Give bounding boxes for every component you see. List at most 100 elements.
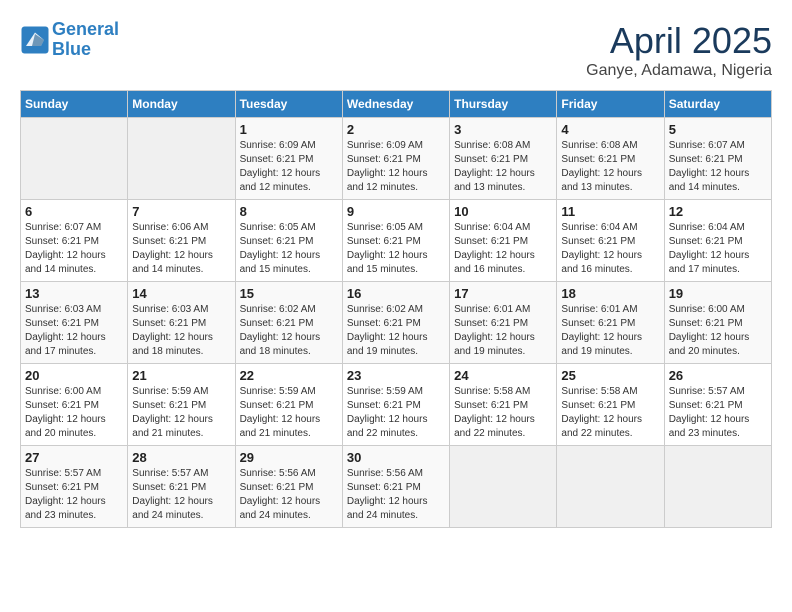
day-number: 22 — [240, 368, 338, 383]
calendar-cell: 3 Sunrise: 6:08 AM Sunset: 6:21 PM Daylig… — [450, 118, 557, 200]
day-info: Sunrise: 6:04 AM Sunset: 6:21 PM Dayligh… — [561, 221, 659, 277]
day-number: 9 — [347, 204, 445, 219]
calendar-cell — [128, 118, 235, 200]
month-title: April 2025 — [586, 20, 772, 62]
day-number: 25 — [561, 368, 659, 383]
location-subtitle: Ganye, Adamawa, Nigeria — [586, 62, 772, 80]
logo-general: General — [52, 19, 119, 39]
day-info: Sunrise: 6:09 AM Sunset: 6:21 PM Dayligh… — [347, 139, 445, 195]
day-number: 18 — [561, 286, 659, 301]
logo-blue: Blue — [52, 39, 91, 59]
day-number: 10 — [454, 204, 552, 219]
calendar-cell: 20 Sunrise: 6:00 AM Sunset: 6:21 PM Dayli… — [21, 364, 128, 446]
day-info: Sunrise: 5:57 AM Sunset: 6:21 PM Dayligh… — [25, 467, 123, 523]
day-number: 19 — [669, 286, 767, 301]
day-number: 27 — [25, 450, 123, 465]
calendar-cell: 14Sunrise: 6:03 AM Sunset: 6:21 PM Dayli… — [128, 282, 235, 364]
day-info: Sunrise: 6:03 AM Sunset: 6:21 PM Dayligh… — [25, 303, 123, 359]
day-info: Sunrise: 5:56 AM Sunset: 6:21 PM Dayligh… — [347, 467, 445, 523]
column-header-tuesday: Tuesday — [235, 91, 342, 118]
calendar-cell: 15 Sunrise: 6:02 AM Sunset: 6:21 PM Dayli… — [235, 282, 342, 364]
calendar-cell: 13 Sunrise: 6:03 AM Sunset: 6:21 PM Dayli… — [21, 282, 128, 364]
column-header-monday: Monday — [128, 91, 235, 118]
calendar-cell: 30 Sunrise: 5:56 AM Sunset: 6:21 PM Dayli… — [342, 446, 449, 528]
day-number: 1 — [240, 122, 338, 137]
calendar-cell: 18 Sunrise: 6:01 AM Sunset: 6:21 PM Dayli… — [557, 282, 664, 364]
logo-icon — [20, 25, 50, 55]
day-number: 15 — [240, 286, 338, 301]
day-number: 29 — [240, 450, 338, 465]
calendar-cell — [450, 446, 557, 528]
day-info: Sunrise: 6:04 AM Sunset: 6:21 PM Dayligh… — [454, 221, 552, 277]
day-number: 13 — [25, 286, 123, 301]
day-number: 23 — [347, 368, 445, 383]
calendar-cell: 26 Sunrise: 5:57 AM Sunset: 6:21 PM Dayli… — [664, 364, 771, 446]
day-info: Sunrise: 6:05 AM Sunset: 6:21 PM Dayligh… — [347, 221, 445, 277]
calendar-cell: 9 Sunrise: 6:05 AM Sunset: 6:21 PM Daylig… — [342, 200, 449, 282]
day-info: Sunrise: 6:00 AM Sunset: 6:21 PM Dayligh… — [25, 385, 123, 441]
day-number: 11 — [561, 204, 659, 219]
day-number: 24 — [454, 368, 552, 383]
calendar-cell: 24 Sunrise: 5:58 AM Sunset: 6:21 PM Dayli… — [450, 364, 557, 446]
day-number: 17 — [454, 286, 552, 301]
day-number: 6 — [25, 204, 123, 219]
calendar-cell: 21Sunrise: 5:59 AM Sunset: 6:21 PM Dayli… — [128, 364, 235, 446]
day-info: Sunrise: 5:58 AM Sunset: 6:21 PM Dayligh… — [561, 385, 659, 441]
calendar-table: SundayMondayTuesdayWednesdayThursdayFrid… — [20, 90, 772, 528]
day-info: Sunrise: 5:59 AM Sunset: 6:21 PM Dayligh… — [347, 385, 445, 441]
day-info: Sunrise: 6:01 AM Sunset: 6:21 PM Dayligh… — [561, 303, 659, 359]
day-info: Sunrise: 6:02 AM Sunset: 6:21 PM Dayligh… — [347, 303, 445, 359]
day-info: Sunrise: 6:08 AM Sunset: 6:21 PM Dayligh… — [454, 139, 552, 195]
calendar-cell: 12Sunrise: 6:04 AM Sunset: 6:21 PM Dayli… — [664, 200, 771, 282]
calendar-cell: 4Sunrise: 6:08 AM Sunset: 6:21 PM Daylig… — [557, 118, 664, 200]
day-number: 7 — [132, 204, 230, 219]
day-info: Sunrise: 6:00 AM Sunset: 6:21 PM Dayligh… — [669, 303, 767, 359]
calendar-week-row: 27 Sunrise: 5:57 AM Sunset: 6:21 PM Dayli… — [21, 446, 772, 528]
calendar-cell: 16 Sunrise: 6:02 AM Sunset: 6:21 PM Dayli… — [342, 282, 449, 364]
column-header-sunday: Sunday — [21, 91, 128, 118]
day-info: Sunrise: 6:03 AM Sunset: 6:21 PM Dayligh… — [132, 303, 230, 359]
day-number: 8 — [240, 204, 338, 219]
day-info: Sunrise: 6:09 AM Sunset: 6:21 PM Dayligh… — [240, 139, 338, 195]
calendar-cell: 5Sunrise: 6:07 AM Sunset: 6:21 PM Daylig… — [664, 118, 771, 200]
day-info: Sunrise: 5:57 AM Sunset: 6:21 PM Dayligh… — [669, 385, 767, 441]
day-number: 16 — [347, 286, 445, 301]
column-header-wednesday: Wednesday — [342, 91, 449, 118]
day-info: Sunrise: 5:58 AM Sunset: 6:21 PM Dayligh… — [454, 385, 552, 441]
day-number: 21 — [132, 368, 230, 383]
calendar-cell: 1 Sunrise: 6:09 AM Sunset: 6:21 PM Daylig… — [235, 118, 342, 200]
calendar-cell: 29Sunrise: 5:56 AM Sunset: 6:21 PM Dayli… — [235, 446, 342, 528]
page-header: General Blue April 2025 Ganye, Adamawa, … — [20, 20, 772, 80]
day-number: 30 — [347, 450, 445, 465]
calendar-header-row: SundayMondayTuesdayWednesdayThursdayFrid… — [21, 91, 772, 118]
calendar-cell: 7 Sunrise: 6:06 AM Sunset: 6:21 PM Daylig… — [128, 200, 235, 282]
calendar-cell: 19 Sunrise: 6:00 AM Sunset: 6:21 PM Dayli… — [664, 282, 771, 364]
day-info: Sunrise: 6:06 AM Sunset: 6:21 PM Dayligh… — [132, 221, 230, 277]
calendar-cell: 22 Sunrise: 5:59 AM Sunset: 6:21 PM Dayli… — [235, 364, 342, 446]
day-number: 28 — [132, 450, 230, 465]
day-info: Sunrise: 6:07 AM Sunset: 6:21 PM Dayligh… — [25, 221, 123, 277]
day-number: 26 — [669, 368, 767, 383]
calendar-cell: 27 Sunrise: 5:57 AM Sunset: 6:21 PM Dayli… — [21, 446, 128, 528]
day-info: Sunrise: 6:01 AM Sunset: 6:21 PM Dayligh… — [454, 303, 552, 359]
calendar-cell: 17 Sunrise: 6:01 AM Sunset: 6:21 PM Dayli… — [450, 282, 557, 364]
day-info: Sunrise: 6:05 AM Sunset: 6:21 PM Dayligh… — [240, 221, 338, 277]
day-info: Sunrise: 6:08 AM Sunset: 6:21 PM Dayligh… — [561, 139, 659, 195]
calendar-cell — [664, 446, 771, 528]
day-info: Sunrise: 6:04 AM Sunset: 6:21 PM Dayligh… — [669, 221, 767, 277]
day-number: 2 — [347, 122, 445, 137]
calendar-cell: 11 Sunrise: 6:04 AM Sunset: 6:21 PM Dayli… — [557, 200, 664, 282]
day-info: Sunrise: 6:02 AM Sunset: 6:21 PM Dayligh… — [240, 303, 338, 359]
logo: General Blue — [20, 20, 119, 60]
column-header-thursday: Thursday — [450, 91, 557, 118]
title-block: April 2025 Ganye, Adamawa, Nigeria — [586, 20, 772, 80]
calendar-cell — [557, 446, 664, 528]
day-number: 3 — [454, 122, 552, 137]
column-header-friday: Friday — [557, 91, 664, 118]
calendar-cell: 6 Sunrise: 6:07 AM Sunset: 6:21 PM Daylig… — [21, 200, 128, 282]
calendar-week-row: 13 Sunrise: 6:03 AM Sunset: 6:21 PM Dayli… — [21, 282, 772, 364]
calendar-cell: 23 Sunrise: 5:59 AM Sunset: 6:21 PM Dayli… — [342, 364, 449, 446]
day-info: Sunrise: 5:59 AM Sunset: 6:21 PM Dayligh… — [240, 385, 338, 441]
day-number: 20 — [25, 368, 123, 383]
day-info: Sunrise: 5:57 AM Sunset: 6:21 PM Dayligh… — [132, 467, 230, 523]
